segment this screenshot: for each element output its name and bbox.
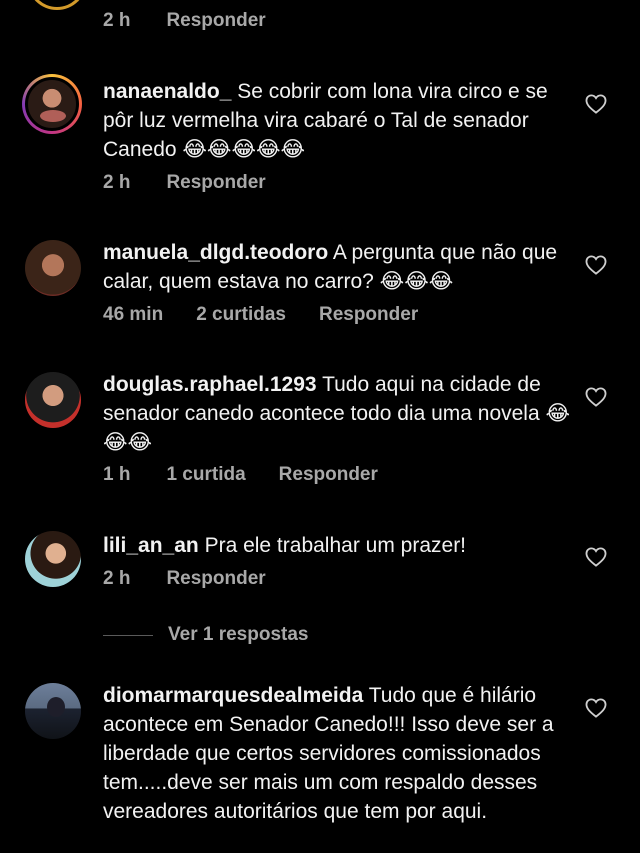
view-replies-button[interactable]: Ver 1 respostas xyxy=(103,624,308,646)
avatar[interactable] xyxy=(25,240,81,296)
comment-text: manuela_dlgd.teodoro A pergunta que não … xyxy=(103,238,573,296)
heart-outline-icon[interactable] xyxy=(585,94,607,114)
comment-username[interactable]: lili_an_an xyxy=(103,534,199,557)
view-replies-label: Ver 1 respostas xyxy=(168,624,309,645)
heart-outline-icon[interactable] xyxy=(585,387,607,407)
likes-count[interactable]: 2 curtidas xyxy=(196,304,286,326)
comment-time: 1 h xyxy=(103,464,131,485)
comment-meta: 46 min 2 curtidas Responder xyxy=(103,304,418,326)
likes-count[interactable]: 1 curtida xyxy=(166,464,245,486)
comment-username[interactable]: nanaenaldo_ xyxy=(103,80,231,103)
avatar[interactable] xyxy=(22,74,82,134)
comment-text: diomarmarquesdealmeida Tudo que é hilári… xyxy=(103,681,573,826)
comment-meta: 1 h 1 curtida Responder xyxy=(103,464,378,486)
reply-button[interactable]: Responder xyxy=(166,10,265,32)
comment-time: 46 min xyxy=(103,304,164,325)
comment-meta: 2 h Responder xyxy=(103,10,266,32)
comment-username[interactable]: diomarmarquesdealmeida xyxy=(103,684,363,707)
reply-button[interactable]: Responder xyxy=(166,172,265,194)
avatar-story-ring[interactable] xyxy=(27,0,87,10)
heart-outline-icon[interactable] xyxy=(585,547,607,567)
comment-body: Pra ele trabalhar um prazer! xyxy=(204,534,467,557)
avatar[interactable] xyxy=(25,372,81,428)
avatar[interactable] xyxy=(25,531,81,587)
reply-button[interactable]: Responder xyxy=(166,568,265,590)
heart-outline-icon[interactable] xyxy=(585,698,607,718)
replies-divider xyxy=(103,634,153,636)
comment-time: 2 h xyxy=(103,10,131,31)
comment-text: lili_an_an Pra ele trabalhar um prazer! xyxy=(103,531,573,560)
comment-time: 2 h xyxy=(103,172,131,193)
comment-username[interactable]: douglas.raphael.1293 xyxy=(103,373,317,396)
avatar[interactable] xyxy=(25,683,81,739)
comment-meta: 2 h Responder xyxy=(103,568,266,590)
comment-meta: 2 h Responder xyxy=(103,172,266,194)
comment-text: nanaenaldo_ Se cobrir com lona vira circ… xyxy=(103,77,573,164)
reply-button[interactable]: Responder xyxy=(319,304,418,326)
heart-outline-icon[interactable] xyxy=(585,255,607,275)
comment-time: 2 h xyxy=(103,568,131,589)
reply-button[interactable]: Responder xyxy=(279,464,378,486)
comment-text: douglas.raphael.1293 Tudo aqui na cidade… xyxy=(103,370,573,457)
comment-username[interactable]: manuela_dlgd.teodoro xyxy=(103,241,328,264)
